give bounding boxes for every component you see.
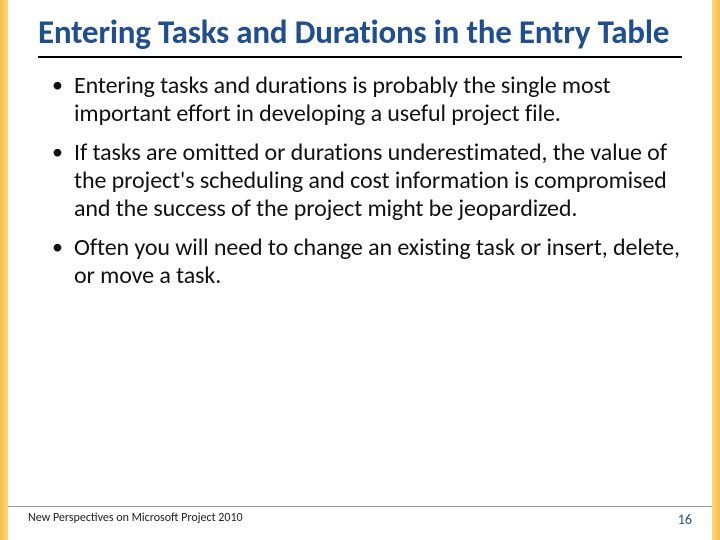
page-number: 16: [678, 511, 692, 528]
list-item: Entering tasks and durations is probably…: [46, 72, 682, 129]
slide-title: Entering Tasks and Durations in the Entr…: [38, 14, 682, 58]
decorative-right-edge: [712, 0, 720, 540]
footer-source-text: New Perspectives on Microsoft Project 20…: [28, 511, 243, 525]
list-item: If tasks are omitted or durations undere…: [46, 139, 682, 224]
slide: Entering Tasks and Durations in the Entr…: [8, 0, 712, 540]
bullet-list: Entering tasks and durations is probably…: [46, 72, 682, 290]
decorative-left-edge: [0, 0, 8, 540]
slide-body: Entering tasks and durations is probably…: [38, 72, 682, 540]
slide-footer: New Perspectives on Microsoft Project 20…: [8, 506, 712, 528]
list-item: Often you will need to change an existin…: [46, 234, 682, 291]
